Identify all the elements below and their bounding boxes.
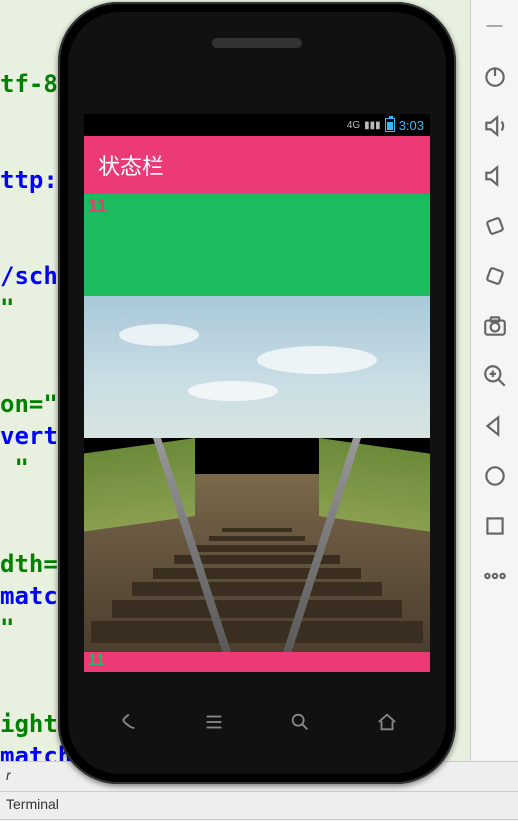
- rotate-right-icon[interactable]: [479, 260, 511, 292]
- minimize-button[interactable]: —: [479, 10, 511, 42]
- back-icon[interactable]: [479, 410, 511, 442]
- nav-menu-button[interactable]: [194, 708, 234, 736]
- nav-home-button[interactable]: [367, 708, 407, 736]
- power-icon[interactable]: [479, 60, 511, 92]
- clock: 3:03: [399, 118, 424, 133]
- zoom-in-icon[interactable]: [479, 360, 511, 392]
- emulator-toolbar: —: [470, 0, 518, 770]
- pink-footer: 11: [84, 652, 430, 672]
- green-panel: 11: [84, 194, 430, 296]
- emulator-device-frame: 4G ▮▮▮ 3:03 状态栏 11: [58, 2, 456, 784]
- terminal-tab[interactable]: Terminal: [0, 792, 518, 820]
- volume-down-icon[interactable]: [479, 160, 511, 192]
- overview-icon[interactable]: [479, 510, 511, 542]
- toolbar-title: 状态栏: [98, 149, 164, 181]
- app-toolbar: 状态栏: [84, 136, 430, 194]
- rotate-left-icon[interactable]: [479, 210, 511, 242]
- android-status-bar: 4G ▮▮▮ 3:03: [84, 114, 430, 136]
- footer-text: 11: [88, 652, 105, 669]
- network-indicator: 4G: [347, 120, 360, 131]
- signal-icon: ▮▮▮: [364, 120, 381, 131]
- nav-search-button[interactable]: [280, 708, 320, 736]
- railway-image: [84, 296, 430, 652]
- battery-icon: [385, 118, 395, 132]
- device-nav-bar: [84, 696, 430, 748]
- home-icon[interactable]: [479, 460, 511, 492]
- more-icon[interactable]: [479, 560, 511, 592]
- volume-up-icon[interactable]: [479, 110, 511, 142]
- camera-icon[interactable]: [479, 310, 511, 342]
- device-screen: 4G ▮▮▮ 3:03 状态栏 11: [84, 114, 430, 672]
- device-earpiece: [212, 38, 302, 48]
- nav-back-button[interactable]: [107, 708, 147, 736]
- green-panel-text: 11: [88, 196, 107, 216]
